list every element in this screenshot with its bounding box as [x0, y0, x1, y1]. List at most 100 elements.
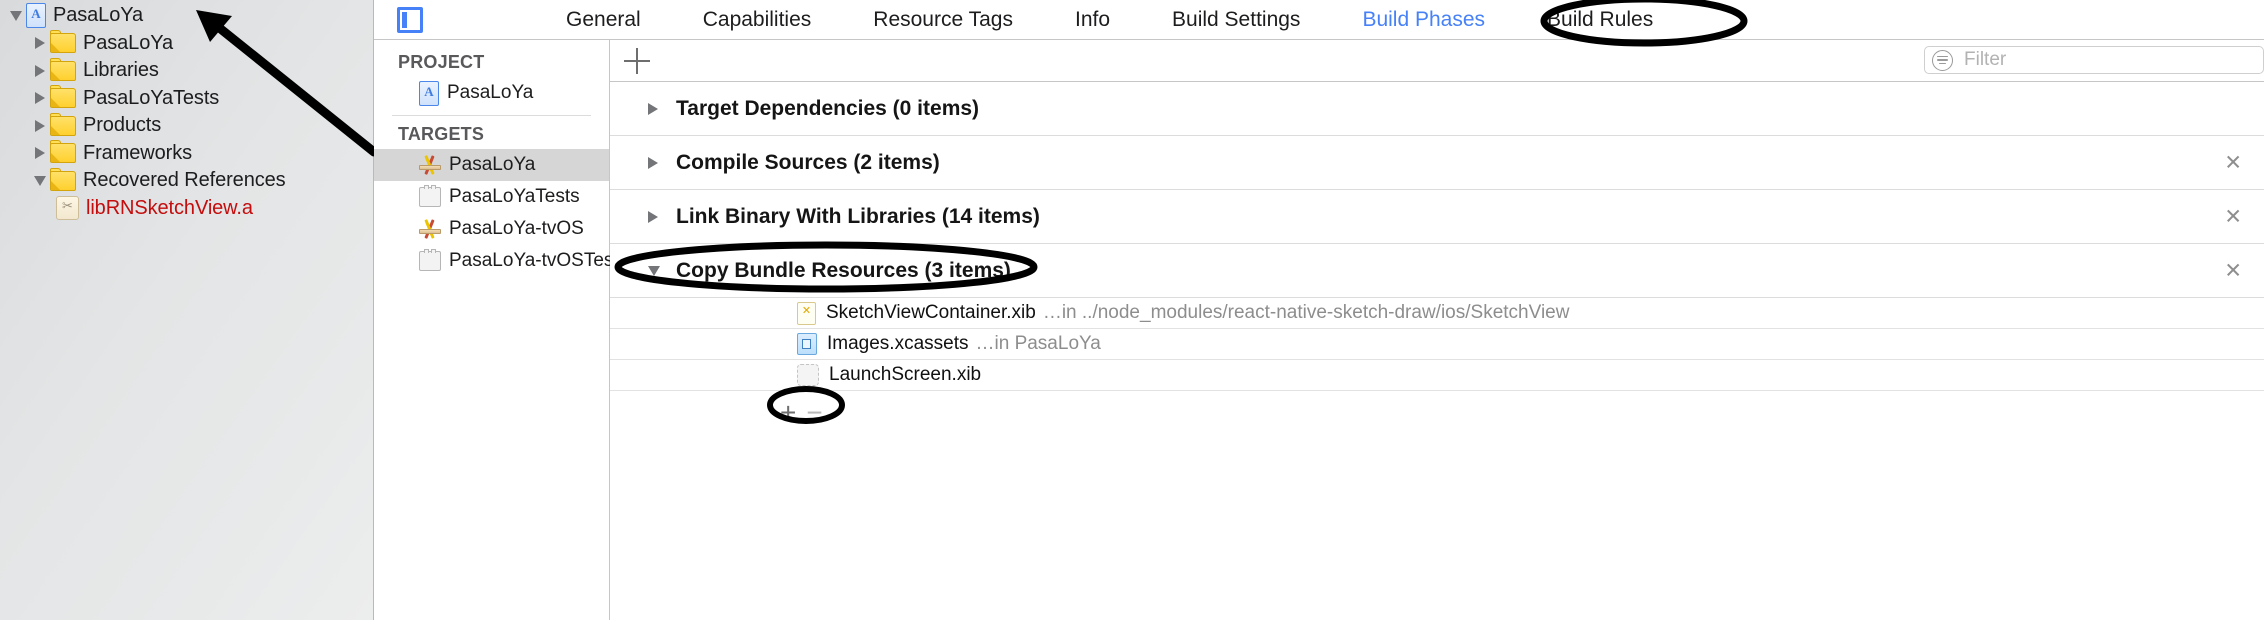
xcode-project-icon [419, 81, 439, 106]
filter-input[interactable] [1962, 48, 2246, 72]
remove-build-phase-icon[interactable]: ✕ [2224, 152, 2242, 173]
target-item-label: PasaLoYa-tvOS [449, 218, 584, 240]
navigator-item-label: PasaLoYa [53, 4, 143, 27]
tab-build-rules[interactable]: Build Rules [1547, 8, 1653, 32]
build-file-add-remove-bar: + − [610, 391, 2264, 435]
test-target-icon [419, 251, 441, 271]
build-file-row[interactable]: Images.xcassets …in PasaLoYa [610, 329, 2264, 360]
navigator-item-label: Frameworks [83, 142, 192, 165]
build-phase-title: Copy Bundle Resources (3 items) [676, 259, 1011, 283]
build-phases-pane: Target Dependencies (0 items) Compile So… [610, 40, 2264, 620]
project-section-header: PROJECT [374, 48, 609, 77]
project-item-pasaloya[interactable]: PasaLoYa [374, 77, 609, 109]
build-phase-link-binary-with-libraries[interactable]: Link Binary With Libraries (14 items) ✕ [610, 190, 2264, 244]
editor-body: PROJECT PasaLoYa TARGETS PasaLoYa PasaLo… [374, 40, 2264, 620]
remove-build-phase-icon[interactable]: ✕ [2224, 260, 2242, 281]
tab-resource-tags[interactable]: Resource Tags [873, 8, 1013, 32]
build-file-name: LaunchScreen.xib [829, 364, 981, 386]
tab-info[interactable]: Info [1075, 8, 1110, 32]
tab-build-phases[interactable]: Build Phases [1362, 8, 1485, 32]
filter-field[interactable] [1924, 46, 2264, 74]
navigator-item-frameworks[interactable]: Frameworks [0, 140, 373, 168]
navigator-item-label: Recovered References [83, 169, 286, 192]
app-target-icon [419, 156, 441, 175]
pane-divider [392, 115, 591, 116]
navigator-item-recovered-references[interactable]: Recovered References [0, 167, 373, 195]
navigator-item-librnsketchview[interactable]: libRNSketchView.a [0, 195, 373, 223]
target-item-pasaloyatests[interactable]: PasaLoYaTests [374, 181, 609, 213]
navigator-item-products[interactable]: Products [0, 112, 373, 140]
disclosure-triangle-right-icon[interactable] [30, 120, 50, 132]
xcode-window: PasaLoYa PasaLoYa Libraries PasaLoYaTest… [0, 0, 2264, 620]
filter-icon [1932, 50, 1953, 71]
plain-file-icon [797, 364, 819, 386]
target-item-pasaloya[interactable]: PasaLoYa [374, 149, 609, 181]
disclosure-triangle-right-icon[interactable] [648, 211, 664, 223]
disclosure-triangle-right-icon[interactable] [30, 65, 50, 77]
navigator-item-pasaloyatests[interactable]: PasaLoYaTests [0, 85, 373, 113]
xcode-project-icon [26, 3, 46, 28]
build-file-location: …in ../node_modules/react-native-sketch-… [1043, 302, 1570, 324]
xib-file-icon [797, 302, 816, 325]
folder-icon [50, 61, 76, 81]
add-build-file-button[interactable]: + [780, 399, 796, 427]
folder-icon [50, 33, 76, 53]
build-phases-list: Target Dependencies (0 items) Compile So… [610, 82, 2264, 620]
disclosure-triangle-down-icon[interactable] [6, 11, 26, 21]
build-phase-copy-bundle-resources[interactable]: Copy Bundle Resources (3 items) ✕ [610, 244, 2264, 298]
build-phase-title: Compile Sources (2 items) [676, 151, 940, 175]
build-file-name: SketchViewContainer.xib [826, 302, 1036, 324]
build-file-location: …in PasaLoYa [976, 333, 1101, 355]
navigator-item-root[interactable]: PasaLoYa [0, 2, 373, 30]
folder-icon [50, 143, 76, 163]
target-item-label: PasaLoYa-tvOSTests [449, 250, 628, 272]
folder-icon [50, 88, 76, 108]
app-target-icon [419, 220, 441, 239]
navigator-item-label: Products [83, 114, 161, 137]
build-file-row[interactable]: SketchViewContainer.xib …in ../node_modu… [610, 298, 2264, 329]
disclosure-triangle-right-icon[interactable] [30, 37, 50, 49]
static-library-icon [56, 196, 79, 220]
target-editor-tabbar: General Capabilities Resource Tags Info … [374, 0, 2264, 40]
build-phase-title: Target Dependencies (0 items) [676, 97, 979, 121]
target-item-label: PasaLoYaTests [449, 186, 580, 208]
disclosure-triangle-right-icon[interactable] [648, 103, 664, 115]
xcassets-file-icon [797, 333, 817, 355]
build-file-row[interactable]: LaunchScreen.xib [610, 360, 2264, 391]
test-target-icon [419, 187, 441, 207]
target-item-pasaloya-tvos[interactable]: PasaLoYa-tvOS [374, 213, 609, 245]
navigator-item-pasaloya-group[interactable]: PasaLoYa [0, 30, 373, 58]
add-build-phase-button[interactable] [624, 48, 650, 74]
navigator-panel-toggle-icon[interactable] [397, 7, 423, 33]
disclosure-triangle-right-icon[interactable] [648, 157, 664, 169]
navigator-item-libraries[interactable]: Libraries [0, 57, 373, 85]
build-file-name: Images.xcassets [827, 333, 969, 355]
tab-build-settings[interactable]: Build Settings [1172, 8, 1300, 32]
folder-icon [50, 116, 76, 136]
disclosure-triangle-down-icon[interactable] [648, 266, 664, 276]
project-navigator: PasaLoYa PasaLoYa Libraries PasaLoYaTest… [0, 0, 374, 620]
disclosure-triangle-right-icon[interactable] [30, 147, 50, 159]
tab-capabilities[interactable]: Capabilities [703, 8, 812, 32]
build-phase-target-dependencies[interactable]: Target Dependencies (0 items) [610, 82, 2264, 136]
tab-general[interactable]: General [566, 8, 641, 32]
build-phase-title: Link Binary With Libraries (14 items) [676, 205, 1040, 229]
disclosure-triangle-down-icon[interactable] [30, 176, 50, 186]
remove-build-phase-icon[interactable]: ✕ [2224, 206, 2242, 227]
navigator-item-label: PasaLoYaTests [83, 87, 219, 110]
disclosure-triangle-right-icon[interactable] [30, 92, 50, 104]
project-item-label: PasaLoYa [447, 82, 533, 104]
build-phases-toolbar [610, 40, 2264, 82]
target-item-pasaloya-tvostests[interactable]: PasaLoYa-tvOSTests [374, 245, 609, 277]
navigator-item-label: libRNSketchView.a [86, 197, 253, 220]
target-item-label: PasaLoYa [449, 154, 535, 176]
build-phase-compile-sources[interactable]: Compile Sources (2 items) ✕ [610, 136, 2264, 190]
navigator-item-label: Libraries [83, 59, 159, 82]
navigator-item-label: PasaLoYa [83, 32, 173, 55]
folder-icon [50, 171, 76, 191]
editor-area: General Capabilities Resource Tags Info … [374, 0, 2264, 620]
tab-list: General Capabilities Resource Tags Info … [566, 8, 1715, 32]
project-targets-pane: PROJECT PasaLoYa TARGETS PasaLoYa PasaLo… [374, 40, 610, 620]
targets-section-header: TARGETS [374, 120, 609, 149]
remove-build-file-button[interactable]: − [806, 399, 822, 427]
